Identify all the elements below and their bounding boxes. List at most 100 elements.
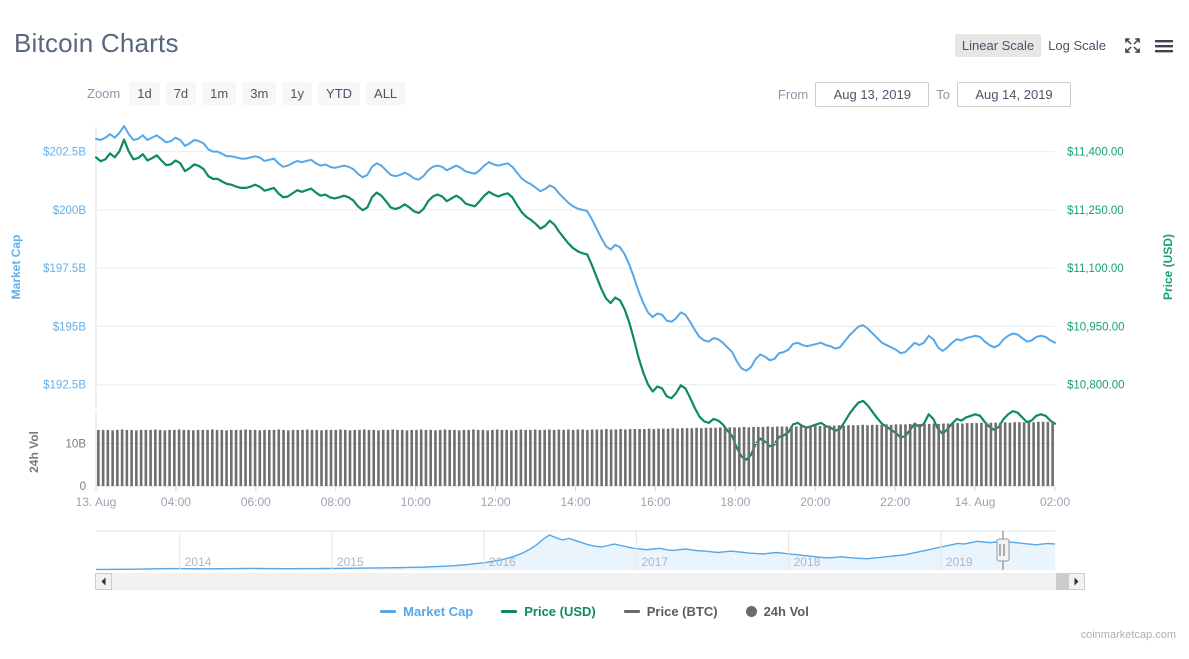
volume-bar[interactable] [163,430,167,486]
volume-bar[interactable] [885,424,888,487]
volume-bar[interactable] [111,430,114,486]
volume-bar[interactable] [230,429,233,486]
volume-bar[interactable] [586,429,589,486]
volume-bar[interactable] [358,429,361,486]
volume-bar[interactable] [244,429,247,486]
volume-bar[interactable] [633,429,637,486]
zoom-button-all[interactable]: ALL [366,82,406,105]
volume-bar[interactable] [272,429,276,486]
volume-bar[interactable] [301,429,304,486]
volume-bar[interactable] [120,429,124,486]
volume-bar[interactable] [932,423,936,486]
zoom-button-1m[interactable]: 1m [202,82,237,105]
volume-bar[interactable] [614,429,618,486]
volume-bar[interactable] [1003,422,1007,486]
volume-bar[interactable] [182,429,186,486]
volume-bar[interactable] [657,428,660,487]
volume-bar[interactable] [386,429,390,486]
hamburger-menu-icon[interactable] [1151,36,1177,56]
volume-bar[interactable] [761,426,765,486]
volume-bar[interactable] [467,429,470,486]
volume-bar[interactable] [410,429,414,486]
volume-bar[interactable] [718,427,722,486]
volume-bar[interactable] [505,429,508,486]
volume-bar[interactable] [889,424,893,486]
volume-bar[interactable] [135,430,138,486]
volume-bar[interactable] [362,429,366,486]
volume-bar[interactable] [116,429,119,486]
volume-bar[interactable] [600,429,603,486]
volume-bar[interactable] [329,429,333,486]
volume-bar[interactable] [457,430,461,486]
volume-bar[interactable] [880,424,884,486]
volume-bar[interactable] [562,429,565,486]
volume-bar[interactable] [704,427,708,486]
volume-bar[interactable] [870,424,874,486]
volume-bar[interactable] [348,430,352,486]
volume-bar[interactable] [201,429,205,486]
zoom-button-3m[interactable]: 3m [242,82,277,105]
volume-bar[interactable] [453,429,456,486]
volume-bar[interactable] [752,426,755,486]
volume-bar[interactable] [946,423,950,486]
volume-bar[interactable] [462,429,466,486]
volume-bar[interactable] [472,429,475,486]
volume-bar[interactable] [576,429,580,486]
volume-bar[interactable] [571,429,575,486]
volume-bar[interactable] [538,429,542,486]
volume-bar[interactable] [106,429,110,486]
volume-bar[interactable] [823,425,827,486]
volume-bar[interactable] [813,425,817,486]
volume-bar[interactable] [737,427,741,486]
volume-bar[interactable] [785,426,789,487]
volume-bar[interactable] [851,425,855,486]
volume-bar[interactable] [700,428,703,486]
volume-bar[interactable] [1008,422,1012,486]
volume-bar[interactable] [267,429,271,486]
volume-bar[interactable] [904,424,907,487]
volume-bar[interactable] [970,423,974,486]
volume-bar[interactable] [942,423,945,486]
volume-bar[interactable] [215,429,219,486]
volume-bar[interactable] [391,429,395,486]
to-date-input[interactable] [957,82,1071,107]
volume-bar[interactable] [149,429,152,486]
volume-bar[interactable] [756,426,760,486]
volume-bar[interactable] [443,429,447,486]
volume-bar[interactable] [980,422,983,486]
volume-bar[interactable] [533,429,537,486]
volume-bar[interactable] [495,429,499,486]
volume-bar[interactable] [196,429,200,486]
volume-bar[interactable] [685,428,689,486]
volume-bar[interactable] [339,429,342,486]
volume-bar[interactable] [234,429,238,486]
volume-bar[interactable] [994,422,997,486]
volume-bar[interactable] [1013,422,1016,486]
volume-bar[interactable] [918,423,921,486]
volume-bar[interactable] [856,425,860,486]
volume-bar[interactable] [875,424,879,486]
volume-bar[interactable] [381,429,385,486]
volume-bar[interactable] [429,429,432,486]
volume-bar[interactable] [320,430,323,486]
volume-bar[interactable] [609,429,613,486]
volume-bar[interactable] [258,430,262,486]
volume-bar[interactable] [643,429,646,486]
volume-bar[interactable] [775,426,779,487]
volume-bar[interactable] [590,429,594,486]
volume-bar[interactable] [975,423,978,486]
series-line-price-usd[interactable] [94,138,1057,461]
volume-bar[interactable] [168,429,171,486]
volume-bar[interactable] [1046,421,1050,486]
volume-bar[interactable] [548,429,551,486]
volume-bar[interactable] [766,426,770,487]
from-date-input[interactable] [815,82,930,107]
volume-bar[interactable] [899,424,903,487]
volume-bar[interactable] [125,429,129,486]
volume-bar[interactable] [923,423,926,486]
volume-bar[interactable] [491,429,494,486]
volume-bar[interactable] [158,429,162,486]
volume-bar[interactable] [305,429,309,486]
volume-bar[interactable] [666,428,670,487]
volume-bar[interactable] [500,429,504,486]
